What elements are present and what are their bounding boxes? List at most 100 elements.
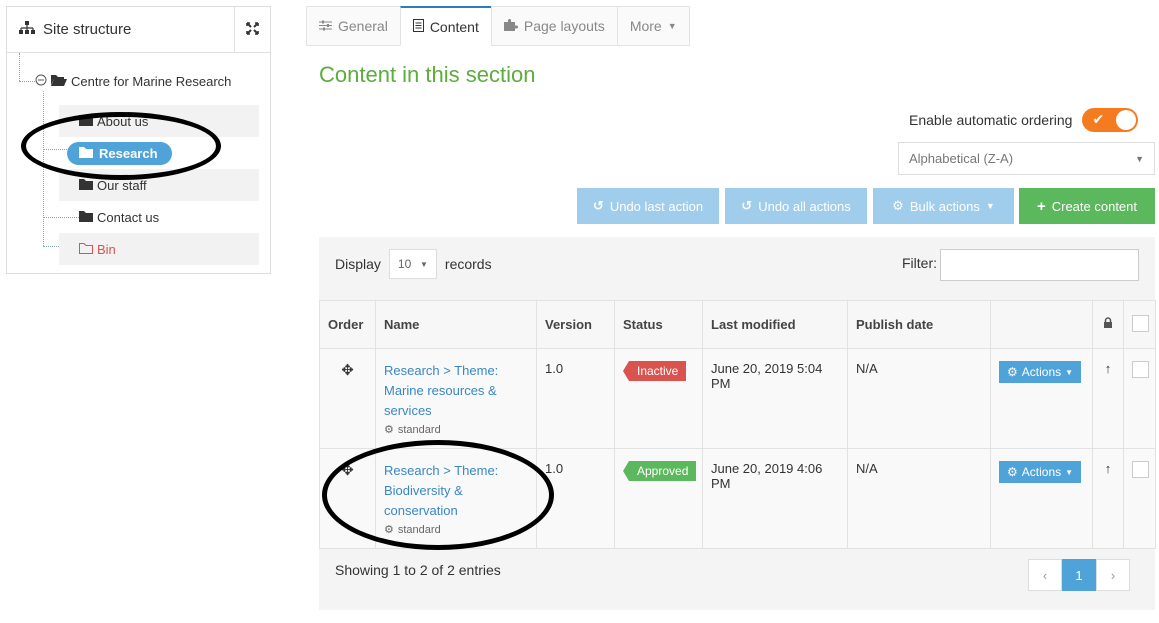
content-type: ⚙ standard [384, 523, 528, 537]
content-type: ⚙ standard [384, 423, 528, 437]
cogs-icon: ⚙ [384, 524, 394, 536]
bulk-actions-button[interactable]: ⚙ Bulk actions ▼ [873, 188, 1014, 224]
records-control: Display 10 ▼ records [335, 249, 492, 279]
content-table: Order Name Version Status Last modified … [319, 300, 1156, 549]
content-name-link[interactable]: Research > Theme: Biodiversity & conserv… [384, 461, 528, 521]
site-structure-title: Site structure [43, 21, 132, 38]
tab-general[interactable]: General [306, 6, 400, 46]
sliders-icon [319, 18, 332, 34]
records-select[interactable]: 10 ▼ [388, 249, 437, 279]
name-cell: Research > Theme: Biodiversity & conserv… [375, 448, 537, 549]
select-cell [1123, 348, 1156, 449]
last-modified-cell: June 20, 2019 5:04 PM [702, 348, 848, 449]
caret-down-icon: ▼ [1065, 367, 1074, 377]
move-icon[interactable]: ✥ [341, 362, 354, 379]
column-header-status[interactable]: Status [614, 300, 703, 349]
actions-cell: ⚙ Actions ▼ [990, 448, 1093, 549]
row-checkbox[interactable] [1132, 461, 1149, 478]
gear-icon: ⚙ [1007, 465, 1018, 479]
content-listing: Display 10 ▼ records Filter: Order Name … [319, 237, 1156, 610]
content-type-label: standard [397, 423, 441, 436]
table-header-row: Order Name Version Status Last modified … [319, 300, 1156, 349]
auto-ordering-toggle[interactable]: ✔ [1082, 108, 1139, 132]
folder-icon [79, 178, 93, 193]
lock-icon [1103, 317, 1113, 332]
pagination: ‹ 1 › [1028, 559, 1130, 591]
tree-item-research[interactable]: Research [67, 137, 247, 169]
tree-item-contact-us[interactable]: Contact us [59, 201, 259, 233]
fullscreen-button[interactable] [234, 7, 270, 52]
row-actions-label: Actions [1021, 465, 1062, 479]
tab-label: Page layouts [523, 18, 605, 34]
version-cell: 1.0 [536, 348, 615, 449]
column-header-order[interactable]: Order [319, 300, 376, 349]
collapse-icon[interactable] [35, 74, 47, 89]
row-checkbox[interactable] [1132, 361, 1149, 378]
records-label: records [444, 256, 492, 272]
version-cell: 1.0 [536, 448, 615, 549]
column-header-lock [1092, 300, 1124, 349]
tree-item-root[interactable]: Centre for Marine Research [35, 65, 260, 97]
tab-more[interactable]: More ▼ [616, 6, 690, 46]
name-cell: Research > Theme: Marine resources & ser… [375, 348, 537, 449]
caret-down-icon: ▼ [419, 259, 428, 269]
site-structure-header: Site structure [7, 7, 270, 53]
ordering-select-value: Alphabetical (Z-A) [909, 151, 1014, 166]
tab-page-layouts[interactable]: Page layouts [490, 6, 617, 46]
arrow-up-icon[interactable]: ↑ [1105, 461, 1112, 476]
tab-content[interactable]: Content [399, 6, 491, 46]
tree-item-label: Research [99, 145, 158, 161]
caret-down-icon: ▼ [1135, 153, 1144, 164]
auto-ordering: Enable automatic ordering ✔ [909, 108, 1139, 132]
last-modified-cell: June 20, 2019 4:06 PM [702, 448, 848, 549]
table-row: ✥ Research > Theme: Biodiversity & conse… [319, 448, 1156, 549]
row-actions-button[interactable]: ⚙ Actions ▼ [999, 461, 1082, 483]
status-cell: Inactive [614, 348, 703, 449]
column-header-last-modified[interactable]: Last modified [702, 300, 848, 349]
undo-all-button[interactable]: ↺ Undo all actions [725, 188, 867, 224]
move-icon[interactable]: ✥ [341, 462, 354, 479]
column-header-publish-date[interactable]: Publish date [847, 300, 991, 349]
move-up-cell: ↑ [1092, 348, 1124, 449]
content-name-link[interactable]: Research > Theme: Marine resources & ser… [384, 361, 528, 421]
tree-item-label: About us [97, 113, 149, 129]
tab-label: Content [429, 18, 479, 35]
site-structure-panel: Site structure Centre for Marine Researc… [6, 6, 271, 274]
ordering-select[interactable]: Alphabetical (Z-A) ▼ [898, 142, 1155, 175]
column-header-name[interactable]: Name [375, 300, 537, 349]
actions-cell: ⚙ Actions ▼ [990, 348, 1093, 449]
selected-tree-item[interactable]: Research [67, 141, 172, 165]
undo-last-button[interactable]: ↺ Undo last action [577, 188, 719, 224]
folder-icon [79, 114, 93, 129]
cogs-icon: ⚙ [384, 424, 394, 436]
column-header-version[interactable]: Version [536, 300, 615, 349]
content-type-label: standard [397, 523, 441, 536]
pagination-page[interactable]: 1 [1062, 559, 1096, 591]
tree-item-our-staff[interactable]: Our staff [59, 169, 259, 201]
site-tree: Centre for Marine Research About us Rese… [7, 53, 270, 273]
entries-summary: Showing 1 to 2 of 2 entries [335, 562, 501, 578]
pagination-next[interactable]: › [1096, 559, 1130, 591]
caret-down-icon: ▼ [667, 21, 677, 31]
undo-last-label: Undo last action [609, 198, 704, 214]
move-up-cell: ↑ [1092, 448, 1124, 549]
toggle-knob [1116, 110, 1137, 130]
bulk-actions-label: Bulk actions [909, 198, 980, 214]
plus-icon: + [1036, 197, 1046, 215]
tree-item-about-us[interactable]: About us [59, 105, 259, 137]
column-header-actions [990, 300, 1093, 349]
tree-item-label: Centre for Marine Research [71, 73, 232, 89]
row-actions-button[interactable]: ⚙ Actions ▼ [999, 361, 1082, 383]
tree-item-label: Contact us [97, 209, 160, 225]
undo-all-label: Undo all actions [758, 198, 851, 214]
filter-input[interactable] [940, 249, 1139, 281]
create-content-button[interactable]: + Create content [1019, 188, 1155, 224]
tree-item-bin[interactable]: Bin [59, 233, 259, 265]
tab-label: General [338, 18, 388, 34]
folder-icon [79, 146, 93, 161]
select-all-checkbox[interactable] [1132, 314, 1149, 332]
pagination-prev[interactable]: ‹ [1028, 559, 1062, 591]
puzzle-icon [503, 18, 518, 34]
status-badge: Inactive [622, 361, 687, 381]
arrow-up-icon[interactable]: ↑ [1105, 361, 1112, 376]
